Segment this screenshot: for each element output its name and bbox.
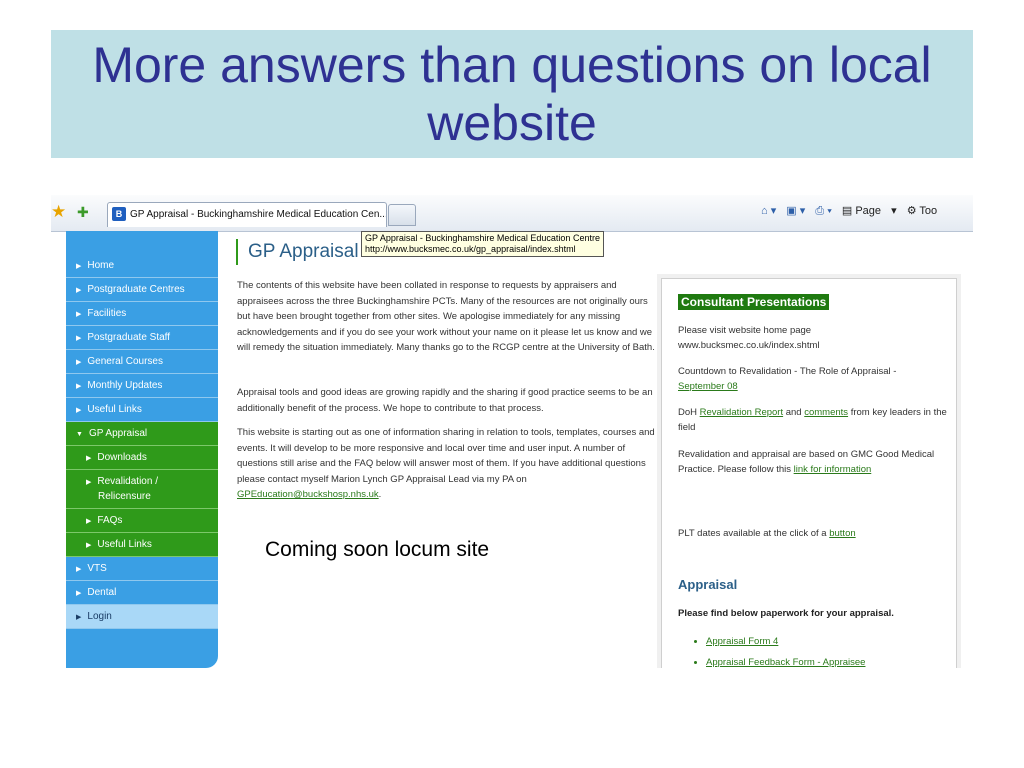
chevron-right-icon: ▶ bbox=[76, 311, 82, 318]
favorites-star-icon[interactable]: ★ bbox=[51, 202, 66, 222]
site-url: www.bucksmec.co.uk/index.shtml bbox=[678, 340, 820, 351]
tools-paragraph: Appraisal tools and good ideas are growi… bbox=[237, 387, 653, 414]
sidebar-item-postgraduate-staff[interactable]: ▶ Postgraduate Staff bbox=[66, 326, 218, 350]
new-tab-button[interactable] bbox=[388, 204, 416, 226]
countdown-text: Countdown to Revalidation - The Role of … bbox=[678, 366, 897, 392]
sidebar-item-login[interactable]: ▶ Login bbox=[66, 605, 218, 629]
list-item[interactable]: Appraisal Feedback Form - Appraisee bbox=[706, 652, 865, 668]
command-bar: ⌂ ▾ ▣ ▾ ⎙ ▾ ▤ Page ▾ ⚙ Too bbox=[761, 204, 951, 218]
browser-tab-active[interactable]: B GP Appraisal - Buckinghamshire Medical … bbox=[107, 202, 387, 227]
plt-text: PLT dates available at the click of a bu… bbox=[678, 528, 856, 539]
sidebar-item-facilities[interactable]: ▶ Facilities bbox=[66, 302, 218, 326]
consultant-presentations-heading: Consultant Presentations bbox=[678, 294, 830, 310]
sidebar-nav: ▶ Home ▶ Postgraduate Centres ▶ Facilities … bbox=[66, 231, 218, 668]
sidebar-item-postgraduate-centres[interactable]: ▶ Postgraduate Centres bbox=[66, 278, 218, 302]
slide-title: More answers than questions on local web… bbox=[51, 30, 973, 158]
feeds-icon[interactable]: ▣ ▾ bbox=[786, 205, 805, 217]
intro-paragraph: The contents of this website have been c… bbox=[237, 280, 655, 353]
chevron-right-icon: ▶ bbox=[86, 542, 92, 549]
chevron-right-icon: ▶ bbox=[76, 383, 82, 390]
add-favorite-icon[interactable]: ✚ bbox=[77, 204, 89, 221]
appraisal-heading: Appraisal bbox=[678, 577, 738, 592]
visit-text: Please visit website home page www.bucksm… bbox=[678, 325, 820, 351]
information-link[interactable]: link for information bbox=[794, 464, 872, 475]
sidebar-item-dental[interactable]: ▶ Dental bbox=[66, 581, 218, 605]
nav-list: ▶ Home ▶ Postgraduate Centres ▶ Facilities … bbox=[66, 254, 218, 629]
sidebar-subitem-useful-links[interactable]: ▶ Useful Links bbox=[66, 533, 218, 557]
chevron-right-icon: ▶ bbox=[76, 287, 82, 294]
sidebar-item-monthly-updates[interactable]: ▶ Monthly Updates bbox=[66, 374, 218, 398]
appraisal-intro: Please find below paperwork for your app… bbox=[678, 608, 894, 619]
coming-soon-note: Coming soon locum site bbox=[265, 538, 490, 561]
home-icon[interactable]: ⌂ ▾ bbox=[761, 205, 776, 217]
email-link[interactable]: GPEducation@buckshosp.nhs.uk bbox=[237, 489, 379, 500]
tools-menu-button[interactable]: ⚙ Too bbox=[907, 205, 944, 217]
browser-screenshot: ★ ✚ B GP Appraisal - Buckinghamshire Medi… bbox=[51, 195, 973, 668]
appraisal-forms-list: Appraisal Form 4 Appraisal Feedback Form… bbox=[678, 631, 865, 668]
page-menu-button[interactable]: ▤ Page ▾ bbox=[842, 205, 897, 217]
chevron-right-icon: ▶ bbox=[76, 407, 82, 414]
gmc-text: Revalidation and appraisal are based on … bbox=[678, 449, 935, 475]
chevron-right-icon: ▶ bbox=[76, 614, 82, 621]
link-tooltip: GP Appraisal - Buckinghamshire Medical E… bbox=[361, 231, 604, 257]
sidebar-item-gp-appraisal[interactable]: ▼ GP Appraisal bbox=[66, 422, 218, 446]
sidebar-subitem-revalidation[interactable]: ▶ Revalidation / Relicensure bbox=[66, 470, 218, 509]
browser-tab-bar: ★ ✚ B GP Appraisal - Buckinghamshire Medi… bbox=[51, 195, 973, 232]
contact-paragraph: This website is starting out as one of i… bbox=[237, 427, 655, 500]
print-icon[interactable]: ⎙ ▾ bbox=[815, 205, 831, 217]
plt-button-link[interactable]: button bbox=[829, 528, 855, 539]
sidebar-item-vts[interactable]: ▶ VTS bbox=[66, 557, 218, 581]
september-link[interactable]: September 08 bbox=[678, 381, 738, 392]
chevron-right-icon: ▶ bbox=[86, 479, 92, 486]
sidebar-subitem-downloads[interactable]: ▶ Downloads bbox=[66, 446, 218, 470]
slide-title-text: More answers than questions on local web… bbox=[92, 37, 932, 151]
chevron-right-icon: ▶ bbox=[76, 263, 82, 270]
site-favicon-icon: B bbox=[112, 207, 126, 222]
chevron-right-icon: ▶ bbox=[76, 566, 82, 573]
tab-title: GP Appraisal - Buckinghamshire Medical E… bbox=[130, 209, 387, 220]
sidebar-item-useful-links[interactable]: ▶ Useful Links bbox=[66, 398, 218, 422]
sidebar-item-general-courses[interactable]: ▶ General Courses bbox=[66, 350, 218, 374]
list-item[interactable]: Appraisal Form 4 bbox=[706, 631, 865, 652]
sidebar-item-home[interactable]: ▶ Home bbox=[66, 254, 218, 278]
chevron-right-icon: ▶ bbox=[76, 359, 82, 366]
sidebar-subitem-faqs[interactable]: ▶ FAQs bbox=[66, 509, 218, 533]
comments-link[interactable]: comments bbox=[804, 407, 848, 418]
news-panel: Consultant Presentations Please visit we… bbox=[661, 278, 957, 668]
revalidation-report-link[interactable]: Revalidation Report bbox=[700, 407, 783, 418]
chevron-right-icon: ▶ bbox=[86, 455, 92, 462]
chevron-right-icon: ▶ bbox=[76, 335, 82, 342]
page-heading: GP Appraisal bbox=[236, 239, 359, 265]
chevron-down-icon: ▼ bbox=[76, 431, 83, 438]
chevron-right-icon: ▶ bbox=[86, 518, 92, 525]
doh-text: DoH Revalidation Report and comments fro… bbox=[678, 407, 947, 433]
chevron-right-icon: ▶ bbox=[76, 590, 82, 597]
